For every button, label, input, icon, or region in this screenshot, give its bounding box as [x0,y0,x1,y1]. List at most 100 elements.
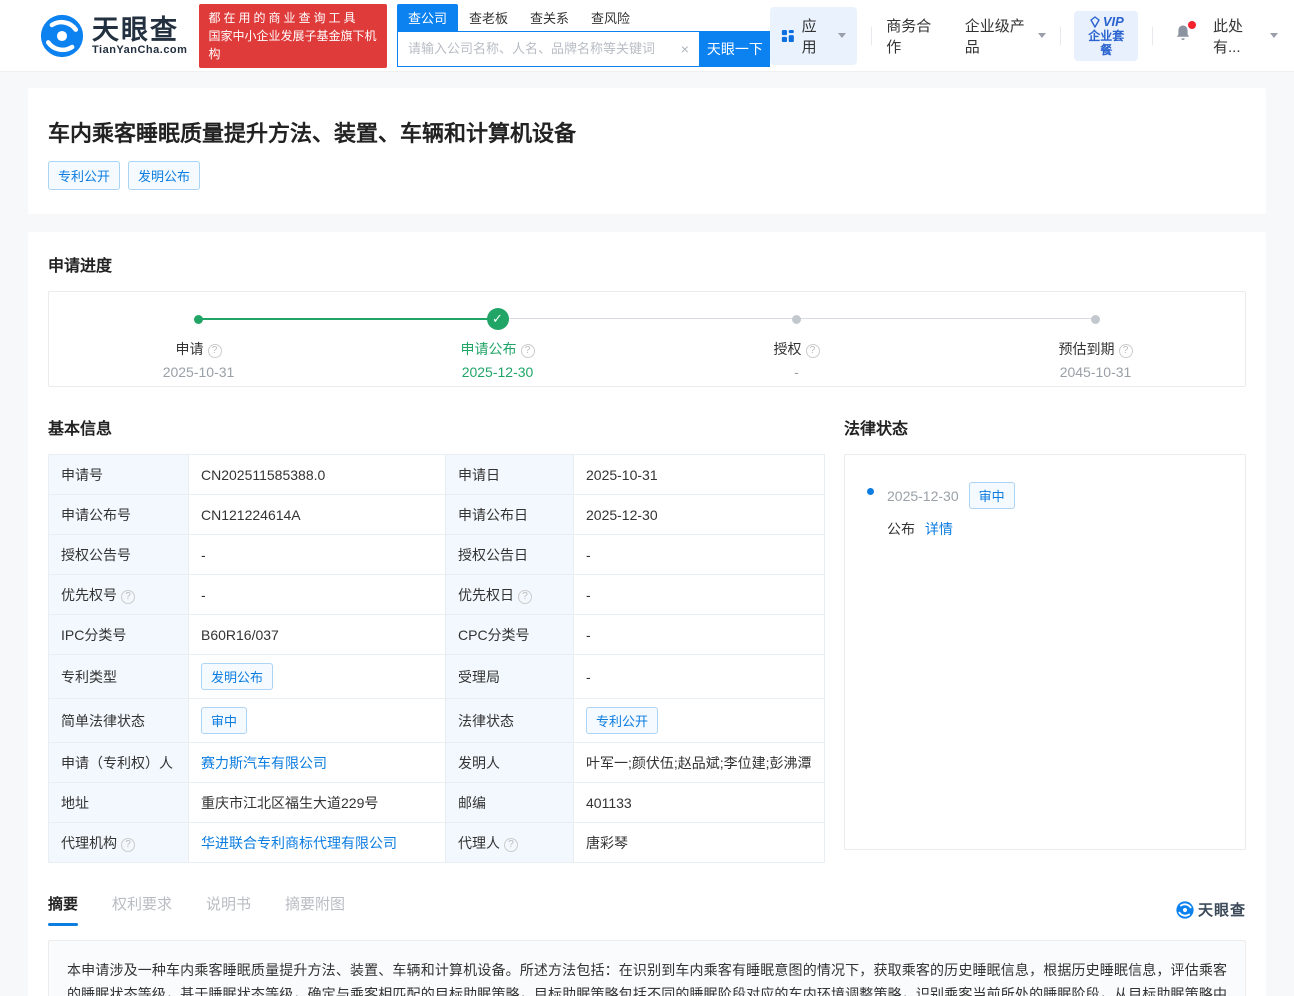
promo-banner: 都在用的商业查询工具 国家中小企业发展子基金旗下机构 [199,4,387,68]
field-label: 申请（专利权）人 [49,743,189,783]
timeline-step-grant: 授权 - [707,308,887,380]
field-value: - [574,535,825,575]
user-menu[interactable]: 此处有... [1213,15,1278,57]
legal-status-panel: 2025-12-30 审中 公布 详情 [844,454,1246,850]
top-header: 天眼查 TianYanCha.com 都在用的商业查询工具 国家中小企业发展子基… [0,0,1294,72]
abstract-panel: 本申请涉及一种车内乘客睡眠质量提升方法、装置、车辆和计算机设备。所述方法包括：在… [48,940,1246,996]
legal-detail-link[interactable]: 详情 [925,521,953,537]
search-tab-boss[interactable]: 查老板 [458,4,519,31]
step-label: 授权 [774,341,802,357]
logo-name: 天眼查 [92,16,187,44]
field-label: 优先权号 [49,575,189,615]
help-icon[interactable] [121,590,135,604]
tab-description[interactable]: 说明书 [206,893,251,926]
field-label: 申请日 [446,455,574,495]
field-value: 叶军一;颜伏伍;赵品斌;李位建;彭沸潭 [574,743,825,783]
table-row: 专利类型 发明公布 受理局 - [49,655,825,699]
tianyancha-watermark-icon [1176,901,1194,919]
table-row: 简单法律状态 审中 法律状态 专利公开 [49,699,825,743]
help-icon[interactable] [806,344,820,358]
tianyancha-watermark: 天眼查 [1176,899,1246,920]
legal-status-badge[interactable]: 专利公开 [586,707,658,734]
patent-type-badge[interactable]: 发明公布 [201,663,273,690]
field-label: 邮编 [446,783,574,823]
field-label: 简单法律状态 [49,699,189,743]
step-date: 2025-12-30 [408,364,588,380]
table-row: 地址 重庆市江北区福生大道229号 邮编 401133 [49,783,825,823]
patent-detail-card: 申请进度 申请 2025-10-31 ✓ 申请公布 2025-12-30 授权 … [28,232,1266,996]
field-label: 法律状态 [446,699,574,743]
document-tabs: 摘要 权利要求 说明书 摘要附图 天眼查 [48,893,1246,926]
help-icon[interactable] [504,838,518,852]
search-tab-company[interactable]: 查公司 [397,4,458,31]
timeline-step-expiry: 预估到期 2045-10-31 [1006,308,1186,380]
chevron-down-icon [838,33,846,38]
notifications-button[interactable] [1173,23,1193,48]
search-button[interactable]: 天眼一下 [700,31,770,67]
help-icon[interactable] [1119,344,1133,358]
tianyancha-logo[interactable]: 天眼查 TianYanCha.com [40,14,187,58]
field-label: 申请公布号 [49,495,189,535]
apps-menu-label: 应用 [802,15,828,57]
search-input[interactable] [398,41,671,56]
agency-link[interactable]: 华进联合专利商标代理有限公司 [201,835,397,851]
field-label: 代理机构 [49,823,189,863]
table-row: 申请公布号 CN121224614A 申请公布日 2025-12-30 [49,495,825,535]
tab-abstract[interactable]: 摘要 [48,893,78,926]
vip-package-button[interactable]: VIP 企业套餐 [1074,11,1138,61]
search-module: 查公司 查老板 查关系 查风险 × 天眼一下 [397,5,770,67]
step-label: 预估到期 [1059,341,1115,357]
help-icon[interactable] [208,344,222,358]
table-row: IPC分类号 B60R16/037 CPC分类号 - [49,615,825,655]
search-tab-risk[interactable]: 查风险 [580,4,641,31]
applicant-link[interactable]: 赛力斯汽车有限公司 [201,755,327,771]
vip-label: VIP [1103,15,1124,29]
field-label: 发明人 [446,743,574,783]
step-date: 2025-10-31 [109,364,289,380]
simple-legal-status-badge[interactable]: 审中 [201,707,247,734]
nav-business-cooperation[interactable]: 商务合作 [886,15,941,57]
field-value: 唐彩琴 [574,823,825,863]
table-row: 代理机构 华进联合专利商标代理有限公司 代理人 唐彩琴 [49,823,825,863]
field-value: B60R16/037 [189,615,446,655]
help-icon[interactable] [121,838,135,852]
patent-status-tag[interactable]: 专利公开 [48,161,120,190]
step-date: - [707,364,887,380]
patent-title-card: 车内乘客睡眠质量提升方法、装置、车辆和计算机设备 专利公开 发明公布 [28,88,1266,214]
field-label: IPC分类号 [49,615,189,655]
legal-status-date: 2025-12-30 [887,488,959,504]
page-title: 车内乘客睡眠质量提升方法、装置、车辆和计算机设备 [48,116,1246,148]
tab-abstract-figure[interactable]: 摘要附图 [285,893,345,926]
tab-claims[interactable]: 权利要求 [112,893,172,926]
legal-status-badge[interactable]: 审中 [969,482,1015,509]
nav-enterprise-products[interactable]: 企业级产品 [965,15,1046,57]
grid-icon [781,28,795,44]
field-label: 授权公告日 [446,535,574,575]
field-value: 赛力斯汽车有限公司 [189,743,446,783]
field-value: - [574,615,825,655]
basic-info-section-title: 基本信息 [48,415,824,439]
field-value: 华进联合专利商标代理有限公司 [189,823,446,863]
step-label: 申请 [176,341,204,357]
basic-info-table: 申请号 CN202511585388.0 申请日 2025-10-31 申请公布… [48,454,825,863]
vip-sublabel: 企业套餐 [1084,29,1128,57]
vip-diamond-icon [1089,16,1101,28]
apps-menu-button[interactable]: 应用 [770,7,857,65]
field-label: 申请号 [49,455,189,495]
legal-status-section-title: 法律状态 [844,415,1246,439]
logo-domain: TianYanCha.com [92,44,187,56]
notification-dot [1188,21,1196,29]
clear-icon[interactable]: × [671,41,699,57]
field-label: 申请公布日 [446,495,574,535]
abstract-text: 本申请涉及一种车内乘客睡眠质量提升方法、装置、车辆和计算机设备。所述方法包括：在… [67,958,1227,996]
field-value: 401133 [574,783,825,823]
field-label: 地址 [49,783,189,823]
divider [871,27,872,45]
help-icon[interactable] [518,590,532,604]
check-circle-icon: ✓ [487,308,509,330]
progress-section-title: 申请进度 [48,252,1246,276]
field-value: 审中 [189,699,446,743]
search-tab-relation[interactable]: 查关系 [519,4,580,31]
patent-type-tag[interactable]: 发明公布 [128,161,200,190]
help-icon[interactable] [521,344,535,358]
